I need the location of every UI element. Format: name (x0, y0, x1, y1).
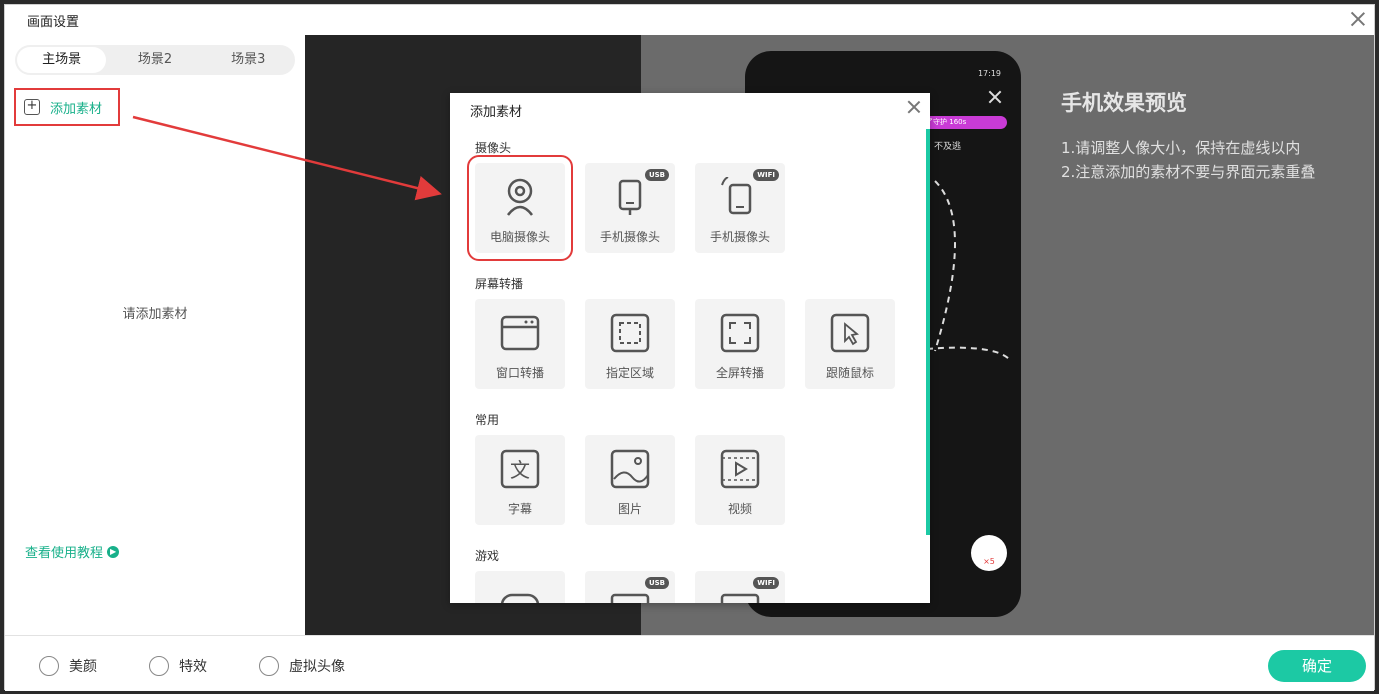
close-window-button[interactable] (1348, 9, 1368, 29)
section-common: 常用 (475, 413, 500, 427)
dialog-title: 添加素材 (470, 105, 523, 120)
phone-usb-icon (618, 179, 642, 215)
play-icon: ▶ (107, 545, 120, 558)
subtitle-tile[interactable]: 文 字幕 (475, 435, 565, 525)
region-icon (610, 313, 650, 353)
tile-label: 手机摄像头 (599, 230, 660, 244)
effects-label: 特效 (179, 659, 207, 675)
game-wifi-tile[interactable]: WIFI (695, 571, 785, 603)
phone-camera-wifi-tile[interactable]: WIFI 手机摄像头 (695, 163, 785, 253)
scene-panel: 主场景 场景2 场景3 + 添加素材 请添加素材 查看使用教程 ▶ (5, 35, 305, 635)
pc-camera-tile[interactable]: 电脑摄像头 (467, 155, 573, 261)
effects-button[interactable]: 特效 (149, 656, 207, 676)
window-icon (500, 315, 540, 351)
tab-scene-3[interactable]: 场景3 (204, 47, 293, 73)
window-title: 画面设置 (27, 15, 80, 30)
confirm-button[interactable]: 确定 (1268, 650, 1366, 682)
tile-label: 全屏转播 (715, 366, 764, 380)
close-dialog-button[interactable] (906, 99, 922, 115)
tile-label: 图片 (617, 502, 642, 516)
title-bar: 画面设置 (5, 5, 1374, 35)
cursor-icon (830, 313, 870, 353)
tutorial-label: 查看使用教程 (25, 546, 104, 561)
video-tile[interactable]: 视频 (695, 435, 785, 525)
preview-tip-1: 1.请调整人像大小，保持在虚线以内 (1061, 139, 1301, 157)
virtual-avatar-button[interactable]: 虚拟头像 (259, 656, 345, 676)
tile-label: 电脑摄像头 (489, 230, 550, 244)
tile-label: 跟随鼠标 (825, 366, 874, 380)
tab-main-scene[interactable]: 主场景 (17, 47, 107, 73)
empty-hint: 请添加素材 (122, 307, 188, 322)
fullscreen-icon (720, 313, 760, 353)
image-tile[interactable]: 图片 (585, 435, 675, 525)
window: 画面设置 主场景 场景2 场景3 + 添加素材 请添加素材 查看使用教程 ▶ 1… (4, 4, 1375, 691)
phone-landscape-icon (610, 593, 650, 603)
scene-tabs: 主场景 场景2 场景3 (15, 45, 295, 75)
tile-label: 窗口转播 (495, 366, 544, 380)
preview-title: 手机效果预览 (1061, 91, 1187, 115)
svg-text:文: 文 (510, 458, 530, 482)
tile-label: 字幕 (507, 502, 532, 516)
add-material-label: 添加素材 (50, 101, 103, 117)
tab-scene-2[interactable]: 场景2 (110, 47, 199, 73)
phone-wifi-landscape-icon (720, 593, 760, 603)
game-tile[interactable] (475, 571, 565, 603)
section-game: 游戏 (475, 549, 500, 563)
phone-wifi-icon (721, 177, 752, 215)
gamepad-icon (500, 593, 540, 603)
plus-icon: + (24, 99, 40, 115)
gift-button: ×5 (971, 535, 1007, 571)
beauty-button[interactable]: 美颜 (39, 656, 97, 676)
dialog-scrollbar[interactable] (926, 129, 930, 535)
bear-icon (149, 656, 169, 676)
game-usb-tile[interactable]: USB (585, 571, 675, 603)
section-camera: 摄像头 (475, 141, 512, 155)
add-material-button[interactable]: + 添加素材 (14, 88, 120, 126)
face-icon (39, 656, 59, 676)
image-icon (610, 449, 650, 489)
tile-label: 视频 (727, 502, 752, 516)
fullscreen-capture-tile[interactable]: 全屏转播 (695, 299, 785, 389)
webcam-icon (507, 178, 533, 216)
tutorial-link[interactable]: 查看使用教程 ▶ (25, 542, 120, 561)
window-capture-tile[interactable]: 窗口转播 (475, 299, 565, 389)
bottom-toolbar: 美颜 特效 虚拟头像 确定 (5, 635, 1374, 691)
phone-camera-usb-tile[interactable]: USB 手机摄像头 (585, 163, 675, 253)
video-icon (720, 449, 760, 489)
tile-label: 指定区域 (605, 366, 654, 380)
avatar-icon (259, 656, 279, 676)
avatar-label: 虚拟头像 (289, 659, 345, 675)
beauty-label: 美颜 (69, 659, 97, 675)
region-capture-tile[interactable]: 指定区域 (585, 299, 675, 389)
section-screen: 屏幕转播 (475, 277, 524, 291)
add-material-dialog: 添加素材 摄像头 电脑摄像头 USB 手机摄像头 WIFI 手机摄像头 屏幕转播… (450, 93, 930, 603)
follow-mouse-tile[interactable]: 跟随鼠标 (805, 299, 895, 389)
preview-tip-2: 2.注意添加的素材不要与界面元素重叠 (1061, 163, 1316, 181)
text-icon: 文 (500, 449, 540, 489)
tile-label: 手机摄像头 (709, 230, 770, 244)
